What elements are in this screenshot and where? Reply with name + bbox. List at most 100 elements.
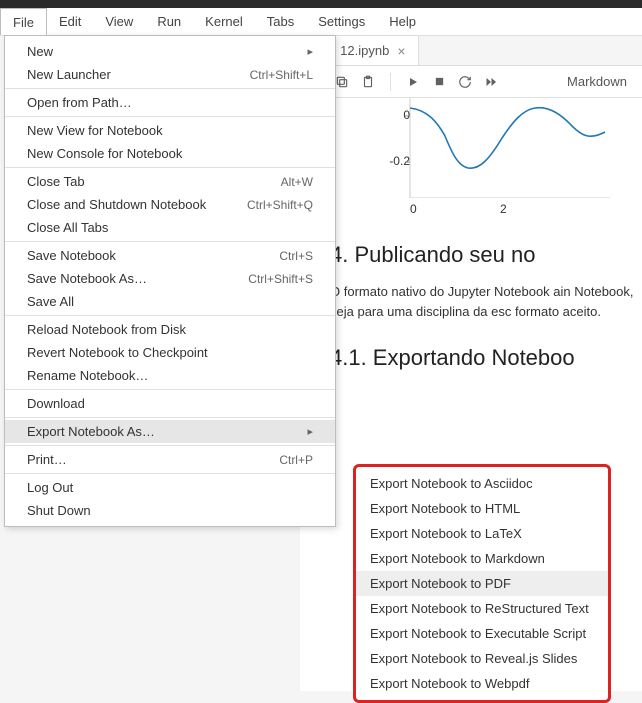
- export-item-export-notebook-to-executable-script[interactable]: Export Notebook to Executable Script: [356, 621, 608, 646]
- menu-item-print[interactable]: Print… Ctrl+P: [5, 448, 335, 471]
- menu-item-shortcut: Ctrl+P: [279, 453, 313, 467]
- heading-4: 4. Publicando seu no: [330, 242, 642, 268]
- menu-item-revert-notebook-to-checkpoint[interactable]: Revert Notebook to Checkpoint: [5, 341, 335, 364]
- run-all-icon[interactable]: [483, 74, 499, 90]
- menu-edit[interactable]: Edit: [47, 8, 93, 35]
- menu-item-log-out[interactable]: Log Out: [5, 476, 335, 499]
- menu-separator: [5, 445, 335, 446]
- menu-tabs[interactable]: Tabs: [255, 8, 306, 35]
- menu-item-label: Print…: [27, 452, 67, 467]
- menu-kernel[interactable]: Kernel: [193, 8, 255, 35]
- toolbar-separator: [390, 73, 391, 91]
- menu-item-label: Open from Path…: [27, 95, 132, 110]
- heading-4-1: 4.1. Exportando Noteboo: [330, 345, 642, 371]
- file-menu-dropdown: New ▸ New Launcher Ctrl+Shift+L Open from Pa…: [4, 35, 336, 527]
- menu-item-label: Export Notebook to Webpdf: [370, 676, 529, 691]
- menu-item-label: Export Notebook to Executable Script: [370, 626, 586, 641]
- menu-item-label: Export Notebook to HTML: [370, 501, 520, 516]
- menu-file[interactable]: File: [0, 8, 47, 35]
- export-item-export-notebook-to-reveal-js-slides[interactable]: Export Notebook to Reveal.js Slides: [356, 646, 608, 671]
- menu-item-label: Export Notebook to ReStructured Text: [370, 601, 589, 616]
- window-titlebar: [0, 0, 642, 8]
- chevron-right-icon: ▸: [307, 45, 313, 58]
- menu-item-shortcut: Alt+W: [281, 175, 313, 189]
- menu-item-close-tab[interactable]: Close Tab Alt+W: [5, 170, 335, 193]
- menu-item-label: Export Notebook to PDF: [370, 576, 511, 591]
- notebook-document: 0 -0.2 0 2 4. Publicando seu no O format…: [300, 98, 642, 371]
- restart-icon[interactable]: [457, 74, 473, 90]
- menu-item-shortcut: Ctrl+Shift+L: [250, 68, 313, 82]
- menu-item-rename-notebook[interactable]: Rename Notebook…: [5, 364, 335, 387]
- menu-separator: [5, 389, 335, 390]
- menu-item-label: Log Out: [27, 480, 73, 495]
- export-item-export-notebook-to-webpdf[interactable]: Export Notebook to Webpdf: [356, 671, 608, 696]
- copy-icon[interactable]: [334, 74, 350, 90]
- menu-item-save-all[interactable]: Save All: [5, 290, 335, 313]
- menu-view[interactable]: View: [93, 8, 145, 35]
- menu-item-export-notebook-as[interactable]: Export Notebook As… ▸: [5, 420, 335, 443]
- menu-item-label: New View for Notebook: [27, 123, 163, 138]
- menu-item-new-console-for-notebook[interactable]: New Console for Notebook: [5, 142, 335, 165]
- paste-icon[interactable]: [360, 74, 376, 90]
- paragraph-1: O formato nativo do Jupyter Notebook ain…: [330, 282, 642, 321]
- menu-item-label: Save Notebook: [27, 248, 116, 263]
- menu-item-label: Close and Shutdown Notebook: [27, 197, 206, 212]
- menu-item-shortcut: Ctrl+Shift+S: [248, 272, 313, 286]
- close-icon[interactable]: ×: [397, 43, 405, 59]
- menu-item-label: Export Notebook to LaTeX: [370, 526, 522, 541]
- menu-item-label: New Console for Notebook: [27, 146, 182, 161]
- menu-item-label: Download: [27, 396, 85, 411]
- menu-item-label: Rename Notebook…: [27, 368, 148, 383]
- menu-settings[interactable]: Settings: [306, 8, 377, 35]
- menu-item-close-and-shutdown-notebook[interactable]: Close and Shutdown Notebook Ctrl+Shift+Q: [5, 193, 335, 216]
- menu-item-save-notebook[interactable]: Save Notebook Ctrl+S: [5, 244, 335, 267]
- menu-item-open-from-path[interactable]: Open from Path…: [5, 91, 335, 114]
- export-item-export-notebook-to-asciidoc[interactable]: Export Notebook to Asciidoc: [356, 471, 608, 496]
- export-item-export-notebook-to-html[interactable]: Export Notebook to HTML: [356, 496, 608, 521]
- export-item-export-notebook-to-pdf[interactable]: Export Notebook to PDF: [356, 571, 608, 596]
- menu-separator: [5, 241, 335, 242]
- export-item-export-notebook-to-markdown[interactable]: Export Notebook to Markdown: [356, 546, 608, 571]
- menu-item-label: New Launcher: [27, 67, 111, 82]
- export-submenu: Export Notebook to Asciidoc Export Notebo…: [353, 464, 611, 703]
- xtick-0: 0: [410, 202, 417, 216]
- menu-item-shortcut: Ctrl+S: [279, 249, 313, 263]
- menubar: File Edit View Run Kernel Tabs Settings …: [0, 8, 642, 36]
- chevron-right-icon: ▸: [307, 425, 313, 438]
- menu-item-shortcut: Ctrl+Shift+Q: [247, 198, 313, 212]
- export-item-export-notebook-to-latex[interactable]: Export Notebook to LaTeX: [356, 521, 608, 546]
- menu-run[interactable]: Run: [145, 8, 193, 35]
- menu-item-download[interactable]: Download: [5, 392, 335, 415]
- menu-separator: [5, 473, 335, 474]
- menu-item-shut-down[interactable]: Shut Down: [5, 499, 335, 522]
- menu-item-new-view-for-notebook[interactable]: New View for Notebook: [5, 119, 335, 142]
- notebook-toolbar: Markdown: [300, 66, 642, 98]
- menu-item-reload-notebook-from-disk[interactable]: Reload Notebook from Disk: [5, 318, 335, 341]
- menu-item-label: Export Notebook As…: [27, 424, 155, 439]
- menu-item-label: Revert Notebook to Checkpoint: [27, 345, 208, 360]
- menu-separator: [5, 167, 335, 168]
- menu-item-label: Shut Down: [27, 503, 91, 518]
- menu-separator: [5, 315, 335, 316]
- menu-item-label: Save Notebook As…: [27, 271, 147, 286]
- menu-item-save-notebook-as[interactable]: Save Notebook As… Ctrl+Shift+S: [5, 267, 335, 290]
- export-item-export-notebook-to-restructured-text[interactable]: Export Notebook to ReStructured Text: [356, 596, 608, 621]
- stop-icon[interactable]: [431, 74, 447, 90]
- menu-separator: [5, 417, 335, 418]
- menu-item-close-all-tabs[interactable]: Close All Tabs: [5, 216, 335, 239]
- menu-item-new-launcher[interactable]: New Launcher Ctrl+Shift+L: [5, 63, 335, 86]
- run-icon[interactable]: [405, 74, 421, 90]
- xtick-1: 2: [500, 202, 507, 216]
- cell-type-select[interactable]: Markdown: [560, 71, 634, 92]
- menu-separator: [5, 116, 335, 117]
- line-plot: [390, 98, 610, 198]
- menu-item-label: Reload Notebook from Disk: [27, 322, 186, 337]
- output-chart: 0 -0.2 0 2: [390, 98, 610, 218]
- menu-separator: [5, 88, 335, 89]
- menu-help[interactable]: Help: [377, 8, 428, 35]
- menu-item-label: New: [27, 44, 53, 59]
- menu-item-label: Close Tab: [27, 174, 85, 189]
- menu-item-label: Export Notebook to Asciidoc: [370, 476, 533, 491]
- menu-item-new[interactable]: New ▸: [5, 40, 335, 63]
- menu-item-label: Export Notebook to Markdown: [370, 551, 545, 566]
